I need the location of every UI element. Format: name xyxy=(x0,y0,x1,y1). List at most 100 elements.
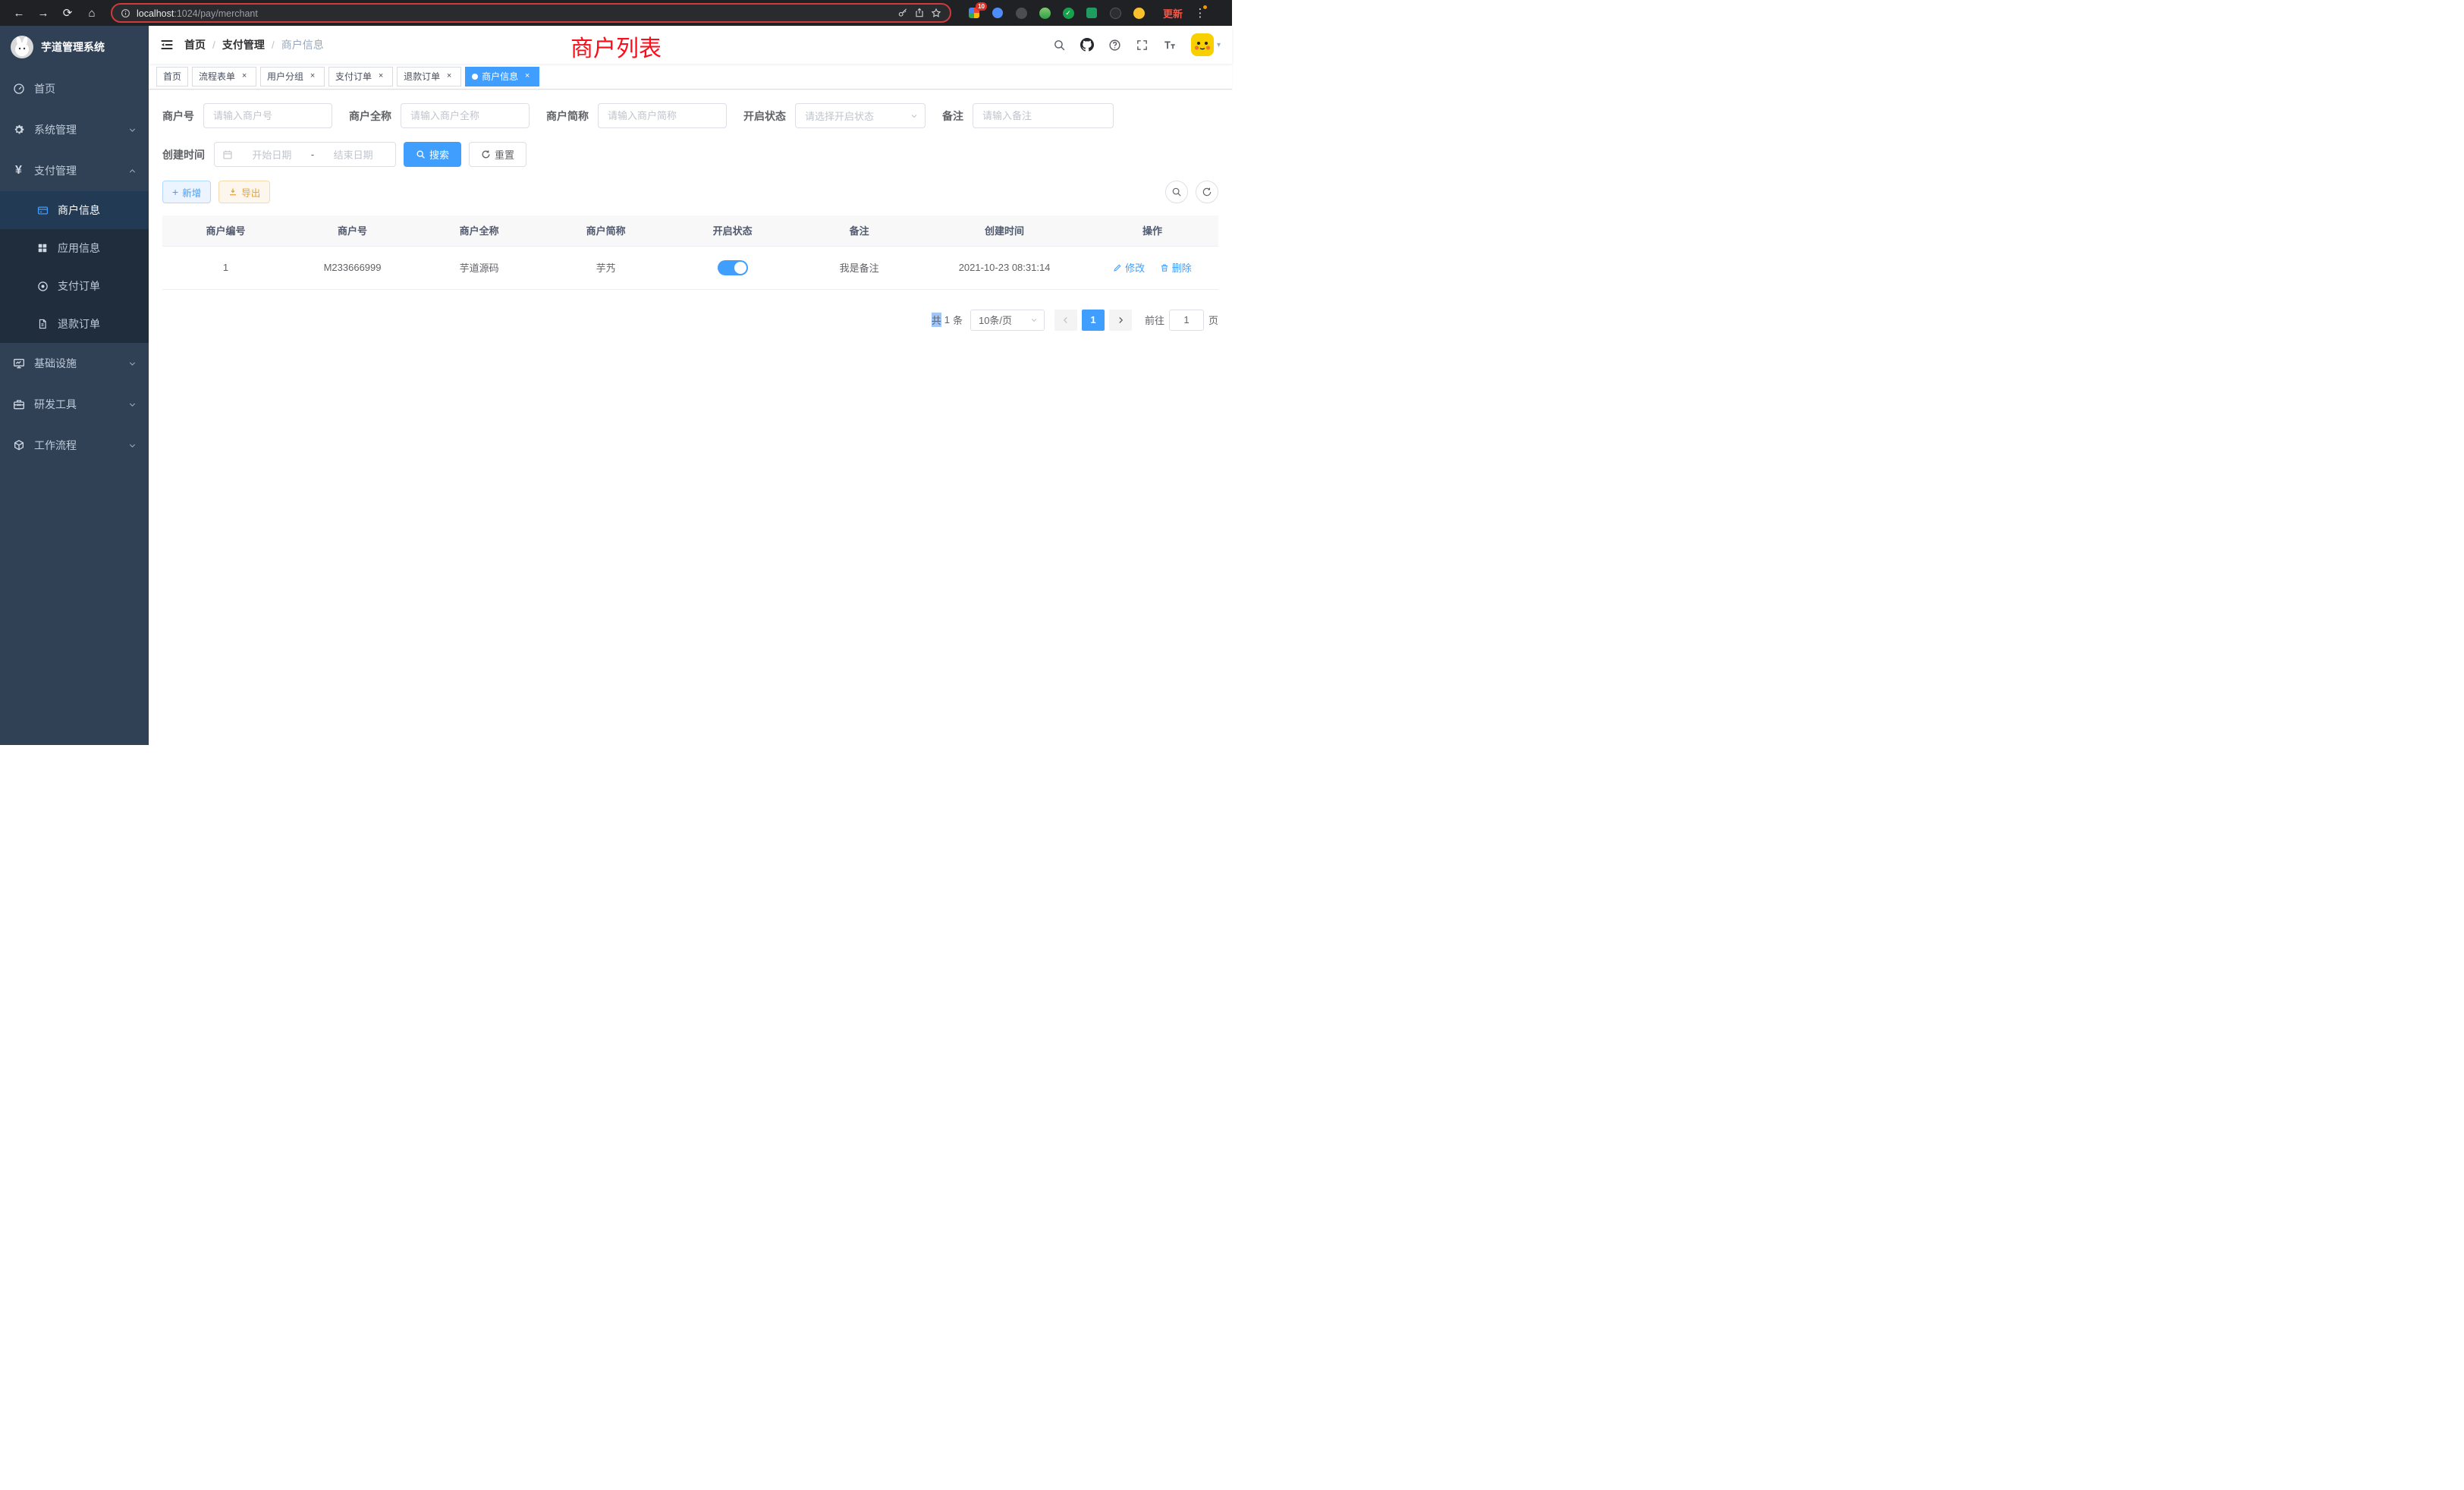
goto-label: 前往 xyxy=(1145,313,1164,327)
table-row: 1 M233666999 芋道源码 芋艿 我是备注 2021-10-23 08:… xyxy=(162,246,1218,289)
chevron-down-icon xyxy=(128,360,137,368)
short-name-input[interactable] xyxy=(598,103,727,128)
filter-row-2: 创建时间 开始日期 - 结束日期 搜索 重置 xyxy=(162,142,1218,167)
sidebar-item-dev-tools[interactable]: 研发工具 xyxy=(0,384,149,425)
url-bar[interactable]: localhost:1024/pay/merchant xyxy=(111,3,951,23)
merchant-no-input[interactable] xyxy=(203,103,332,128)
delete-link[interactable]: 删除 xyxy=(1160,260,1192,275)
merchant-table: 商户编号 商户号 商户全称 商户简称 开启状态 备注 创建时间 操作 1 M23… xyxy=(162,215,1218,290)
bookmark-star-icon[interactable] xyxy=(931,8,941,18)
user-avatar[interactable]: ▾ xyxy=(1191,33,1221,56)
chevron-up-icon xyxy=(128,167,137,175)
sidebar: 芋道管理系统 首页 系统管理 ¥ 支付管理 商户信息 xyxy=(0,26,149,745)
sidebar-item-payment[interactable]: ¥ 支付管理 xyxy=(0,150,149,191)
remark-input[interactable] xyxy=(973,103,1114,128)
download-icon xyxy=(228,187,237,196)
share-icon[interactable] xyxy=(914,8,925,18)
cell-full-name: 芋道源码 xyxy=(416,246,542,289)
col-status: 开启状态 xyxy=(669,215,796,246)
toggle-search-button[interactable] xyxy=(1165,181,1188,203)
browser-back-button[interactable]: ← xyxy=(9,3,29,23)
extension-drop-icon[interactable] xyxy=(990,5,1005,20)
tab-process-form[interactable]: 流程表单× xyxy=(192,67,256,86)
page-size-select[interactable]: 10条/页 xyxy=(970,310,1045,331)
browser-home-button[interactable]: ⌂ xyxy=(82,3,102,23)
next-page-button[interactable] xyxy=(1109,310,1132,331)
pencil-icon xyxy=(1113,263,1122,272)
full-name-label: 商户全称 xyxy=(349,108,391,124)
close-icon[interactable]: × xyxy=(522,71,533,82)
extension-smiley-icon[interactable] xyxy=(1131,5,1146,20)
add-button[interactable]: + 新增 xyxy=(162,181,211,203)
extension-doc-icon[interactable] xyxy=(1084,5,1099,20)
close-icon[interactable]: × xyxy=(239,71,250,82)
col-remark: 备注 xyxy=(796,215,922,246)
app-logo[interactable]: 芋道管理系统 xyxy=(0,26,149,68)
sidebar-item-workflow[interactable]: 工作流程 xyxy=(0,425,149,466)
page-1-button[interactable]: 1 xyxy=(1082,310,1105,331)
status-select[interactable]: 请选择开启状态 xyxy=(795,103,926,128)
goto-page-input[interactable] xyxy=(1169,310,1204,331)
sidebar-item-refund-orders[interactable]: 退款订单 xyxy=(0,305,149,343)
hamburger-icon[interactable] xyxy=(160,38,174,52)
sidebar-item-infrastructure[interactable]: 基础设施 xyxy=(0,343,149,384)
document-icon xyxy=(36,319,49,329)
help-icon[interactable] xyxy=(1108,39,1121,52)
card-icon xyxy=(36,205,49,216)
start-date-placeholder: 开始日期 xyxy=(237,147,306,162)
edit-link[interactable]: 修改 xyxy=(1113,260,1145,275)
goto-suffix: 页 xyxy=(1208,313,1218,327)
search-button[interactable]: 搜索 xyxy=(404,142,461,167)
search-icon xyxy=(416,149,426,159)
browser-update-button[interactable]: 更新 xyxy=(1163,6,1183,20)
extension-knot-icon[interactable] xyxy=(1108,5,1123,20)
extension-dark-icon[interactable] xyxy=(1014,5,1029,20)
sidebar-item-home[interactable]: 首页 xyxy=(0,68,149,109)
extension-avatar-icon[interactable] xyxy=(1037,5,1052,20)
refresh-icon xyxy=(481,149,491,159)
extension-grid-icon[interactable]: 10 xyxy=(966,5,982,20)
fullscreen-icon[interactable] xyxy=(1136,39,1149,52)
sidebar-item-app-info[interactable]: 应用信息 xyxy=(0,229,149,267)
full-name-input[interactable] xyxy=(401,103,530,128)
toolbox-icon xyxy=(12,398,25,410)
close-icon[interactable]: × xyxy=(376,71,386,82)
browser-chrome: ← → ⟳ ⌂ localhost:1024/pay/merchant 10 ✓… xyxy=(0,0,1232,26)
reset-button[interactable]: 重置 xyxy=(469,142,526,167)
font-size-icon[interactable] xyxy=(1163,38,1177,52)
browser-reload-button[interactable]: ⟳ xyxy=(58,3,77,23)
header-search-icon[interactable] xyxy=(1053,39,1066,52)
tab-refund-order[interactable]: 退款订单× xyxy=(397,67,461,86)
site-info-icon[interactable] xyxy=(121,8,130,18)
plus-icon: + xyxy=(172,186,178,198)
tab-home[interactable]: 首页 xyxy=(156,67,188,86)
prev-page-button[interactable] xyxy=(1054,310,1077,331)
sidebar-item-merchant-info[interactable]: 商户信息 xyxy=(0,191,149,229)
col-merchant-no: 商户号 xyxy=(289,215,416,246)
refresh-table-button[interactable] xyxy=(1196,181,1218,203)
extension-badge: 10 xyxy=(976,2,987,11)
top-navbar: 首页 / 支付管理 / 商户信息 xyxy=(149,26,1232,64)
tab-merchant-info[interactable]: 商户信息× xyxy=(465,67,539,86)
breadcrumb-payment[interactable]: 支付管理 xyxy=(222,37,265,52)
close-icon[interactable]: × xyxy=(307,71,318,82)
tab-user-group[interactable]: 用户分组× xyxy=(260,67,325,86)
github-icon[interactable] xyxy=(1080,38,1094,52)
status-toggle[interactable] xyxy=(718,260,748,275)
sidebar-item-system[interactable]: 系统管理 xyxy=(0,109,149,150)
filter-row-1: 商户号 商户全称 商户简称 开启状态 请选择开启状态 xyxy=(162,103,1218,128)
export-button[interactable]: 导出 xyxy=(218,181,270,203)
col-create-time: 创建时间 xyxy=(922,215,1086,246)
record-icon xyxy=(36,281,49,292)
extension-check-icon[interactable]: ✓ xyxy=(1061,5,1076,20)
close-icon[interactable]: × xyxy=(444,71,454,82)
page-content: 商户号 商户全称 商户简称 开启状态 请选择开启状态 xyxy=(149,90,1232,745)
browser-menu-icon[interactable]: ⋮ xyxy=(1193,6,1207,20)
tab-payment-order[interactable]: 支付订单× xyxy=(328,67,393,86)
password-key-icon[interactable] xyxy=(897,8,908,18)
breadcrumb-home[interactable]: 首页 xyxy=(184,37,206,52)
sidebar-item-payment-orders[interactable]: 支付订单 xyxy=(0,267,149,305)
browser-forward-button[interactable]: → xyxy=(33,3,53,23)
dashboard-icon xyxy=(12,83,25,95)
create-time-range-picker[interactable]: 开始日期 - 结束日期 xyxy=(214,142,396,167)
